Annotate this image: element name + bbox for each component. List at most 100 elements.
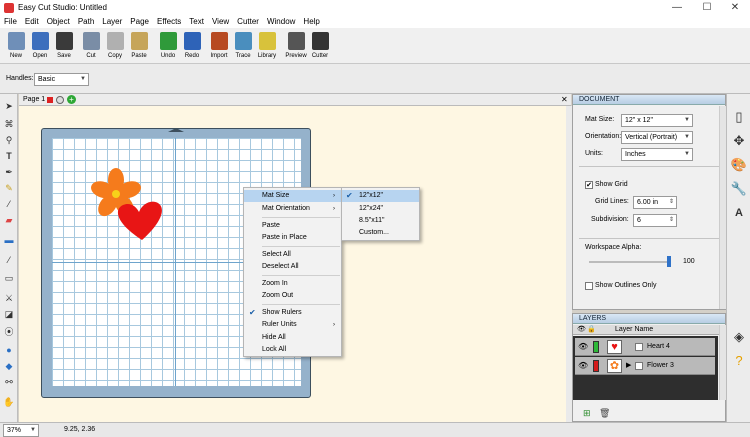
close-page-icon[interactable]: ✕ — [561, 95, 568, 104]
pencil-tool-icon[interactable]: ✎ — [3, 182, 15, 194]
menu-view[interactable]: View — [208, 16, 233, 28]
eyedropper-tool-icon[interactable]: ⁄ — [3, 254, 15, 266]
menu-help[interactable]: Help — [299, 16, 323, 28]
menu-edit[interactable]: Edit — [21, 16, 43, 28]
eye-icon[interactable]: 👁 — [578, 361, 588, 370]
menu-item-ruler-units[interactable]: Ruler Units › — [244, 319, 341, 331]
menu-layer[interactable]: Layer — [98, 16, 126, 28]
minimize-button[interactable]: — — [662, 0, 692, 16]
new-button[interactable]: New — [4, 31, 28, 63]
move-icon[interactable]: ✥ — [730, 132, 748, 150]
pen-tool-icon[interactable]: ✒ — [3, 166, 15, 178]
palette-icon[interactable]: 🎨 — [730, 156, 748, 174]
hand-tool-icon[interactable]: ✋ — [3, 396, 15, 408]
submenu-item-8-5x11[interactable]: 8.5"x11" — [342, 215, 419, 227]
spinner-icon[interactable]: ⇕ — [669, 215, 674, 226]
subdivision-input[interactable]: 6 ⇕ — [633, 214, 677, 227]
layer-row[interactable]: 👁 ✿ ▶ Flower 3 — [575, 357, 715, 375]
text-style-icon[interactable]: A — [730, 204, 748, 222]
knife-tool-icon[interactable]: ⚔ — [3, 292, 15, 304]
cut-button[interactable]: Cut — [79, 31, 103, 63]
layers-scrollbar[interactable] — [719, 325, 726, 400]
redo-button[interactable]: Redo — [180, 31, 204, 63]
text-tool-icon[interactable]: T — [3, 150, 15, 162]
submenu-arrow-icon: › — [333, 193, 335, 199]
connect-tool-icon[interactable]: ⚯ — [3, 376, 15, 388]
menu-path[interactable]: Path — [74, 16, 98, 28]
workspace-alpha-slider-thumb[interactable] — [667, 256, 671, 267]
menu-item-lock-all[interactable]: Lock All — [244, 344, 341, 356]
eye-icon[interactable]: 👁 — [578, 342, 588, 351]
menu-file[interactable]: File — [0, 16, 21, 28]
submenu-item-custom[interactable]: Custom... — [342, 227, 419, 239]
library-button[interactable]: Library — [255, 31, 279, 63]
menu-item-show-rulers[interactable]: ✔ Show Rulers — [244, 307, 341, 319]
layer-color-swatch[interactable] — [593, 341, 599, 353]
orientation-select[interactable]: Vertical (Portrait) ▼ — [621, 131, 693, 144]
menu-item-zoom-out[interactable]: Zoom Out — [244, 290, 341, 302]
menu-effects[interactable]: Effects — [153, 16, 185, 28]
menu-item-mat-size[interactable]: Mat Size › — [244, 190, 341, 202]
menu-item-paste-in-place[interactable]: Paste in Place — [244, 232, 341, 244]
brush-tool-icon[interactable]: ⁄ — [3, 198, 15, 210]
document-icon[interactable]: ▯ — [730, 108, 748, 126]
magnify-tool-icon[interactable]: ● — [3, 344, 15, 356]
zoom-select[interactable]: 37% ▼ — [3, 424, 39, 437]
layer-row[interactable]: 👁 ♥ Heart 4 — [575, 338, 715, 356]
help-icon[interactable]: ? — [730, 352, 748, 370]
menu-page[interactable]: Page — [126, 16, 153, 28]
import-button[interactable]: Import — [207, 31, 231, 63]
show-grid-checkbox[interactable]: ✔ — [585, 181, 593, 189]
page-settings-icon[interactable] — [56, 96, 64, 104]
menu-item-zoom-in[interactable]: Zoom In — [244, 278, 341, 290]
menu-item-deselect-all[interactable]: Deselect All — [244, 261, 341, 273]
undo-button[interactable]: Undo — [156, 31, 180, 63]
mat-size-select[interactable]: 12" x 12" ▼ — [621, 114, 693, 127]
maximize-button[interactable]: ☐ — [692, 0, 722, 16]
close-button[interactable]: ✕ — [720, 0, 750, 16]
preview-button[interactable]: Preview — [284, 31, 308, 63]
save-button[interactable]: Save — [52, 31, 76, 63]
open-button[interactable]: Open — [28, 31, 52, 63]
add-page-icon[interactable]: + — [67, 95, 76, 104]
heart-shape[interactable] — [117, 201, 162, 240]
select-arrow-icon[interactable]: ➤ — [3, 100, 15, 112]
show-outlines-checkbox[interactable] — [585, 282, 593, 290]
polygon-tool-icon[interactable]: ◪ — [3, 308, 15, 320]
units-select[interactable]: Inches ▼ — [621, 148, 693, 161]
ellipse-tool-icon[interactable]: ▭ — [3, 272, 15, 284]
menu-object[interactable]: Object — [43, 16, 74, 28]
mat-size-submenu: ✔ 12"x12" 12"x24" 8.5"x11" Custom... — [341, 187, 420, 241]
submenu-item-12x24[interactable]: 12"x24" — [342, 203, 419, 215]
submenu-item-12x12[interactable]: ✔ 12"x12" — [342, 190, 419, 202]
delete-layer-icon[interactable]: 🗑 — [599, 408, 610, 419]
menu-item-hide-all[interactable]: Hide All — [244, 332, 341, 344]
expand-icon[interactable]: ▶ — [626, 361, 631, 369]
menu-text[interactable]: Text — [185, 16, 208, 28]
trace-button[interactable]: Trace — [231, 31, 255, 63]
weld-tool-icon[interactable]: ⦿ — [3, 326, 15, 338]
menu-item-paste[interactable]: Paste — [244, 220, 341, 232]
menu-window[interactable]: Window — [263, 16, 299, 28]
document-panel-scrollbar[interactable] — [719, 106, 726, 309]
layer-color-swatch[interactable] — [593, 360, 599, 372]
paste-button[interactable]: Paste — [127, 31, 151, 63]
menu-cutter[interactable]: Cutter — [233, 16, 263, 28]
grid-lines-input[interactable]: 6.00 in ⇕ — [633, 196, 677, 209]
add-layer-icon[interactable]: ⊞ — [583, 408, 591, 419]
menu-item-select-all[interactable]: Select All — [244, 249, 341, 261]
eraser-tool-icon[interactable]: ▰ — [3, 214, 15, 226]
page-tab-label[interactable]: Page 1 — [23, 94, 45, 106]
workspace-alpha-slider-track[interactable] — [589, 261, 669, 263]
menu-item-mat-orientation[interactable]: Mat Orientation › — [244, 203, 341, 215]
spinner-icon[interactable]: ⇕ — [669, 197, 674, 208]
zoom-tool-icon[interactable]: ⚲ — [3, 134, 15, 146]
fill-tool-icon[interactable]: ◆ — [3, 360, 15, 372]
node-edit-icon[interactable]: ⌘ — [3, 118, 15, 130]
handles-select[interactable]: Basic ▼ — [34, 73, 89, 86]
rectangle-tool-icon[interactable]: ▬ — [3, 234, 15, 246]
layers-icon[interactable]: ◈ — [730, 328, 748, 346]
cutter-button[interactable]: Cutter — [308, 31, 332, 63]
copy-button[interactable]: Copy — [103, 31, 127, 63]
wrench-icon[interactable]: 🔧 — [730, 180, 748, 198]
